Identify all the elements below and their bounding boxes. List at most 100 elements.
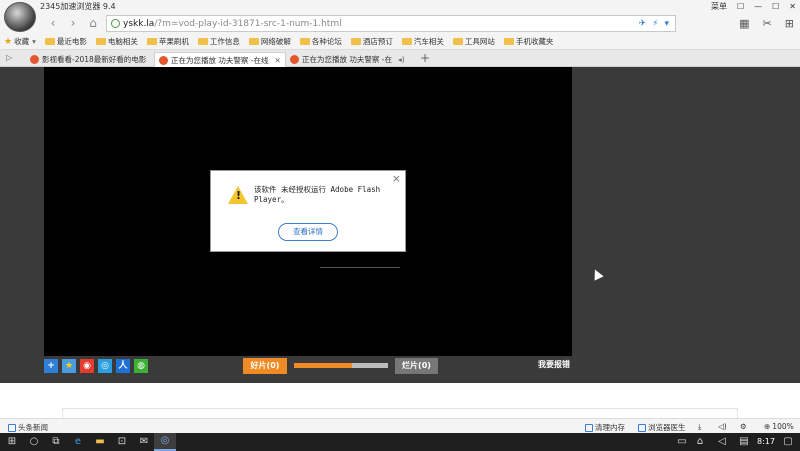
app-center-icon[interactable]: ▦ [739,17,749,30]
bookmark-item[interactable]: 酒店预订 [350,36,393,47]
page-content: × ! 该软件 未经授权运行 Adobe Flash Player。 查看详情 … [0,67,800,383]
window-controls: 菜单 ☐ — ☐ ✕ [711,0,796,12]
share-weibo-icon[interactable]: ◉ [80,359,94,373]
mail-icon[interactable]: ✉ [138,436,150,448]
tab-2-active[interactable]: 正在为您播放 功夫警察 -在线 ✕ [154,52,286,67]
restore-icon[interactable]: ☐ [737,2,744,11]
file-explorer-icon[interactable]: ▬ [94,436,106,448]
bookmark-item[interactable]: 网络破解 [248,36,291,47]
folder-icon [44,38,55,45]
folder-icon [503,38,514,45]
site-favicon-icon [30,55,39,64]
share-star-icon[interactable]: ★ [62,359,76,373]
news-icon [8,423,16,432]
bookmark-item[interactable]: 工具网站 [452,36,495,47]
page-body-area [0,383,800,418]
tab-bar: ▷ 影视看看-2018最新好看的电影 正在为您播放 功夫警察 -在线 ✕ 正在为… [0,50,800,67]
toolbar-right: ▦ ✂ ⊞ [739,17,794,30]
download-icon[interactable]: ⤓ [698,422,701,432]
ime-icon[interactable]: ▤ [738,436,750,448]
close-button[interactable]: ✕ [789,2,796,11]
loading-line [320,267,400,268]
bookmark-item[interactable]: 汽车相关 [401,36,444,47]
site-favicon-icon [159,55,168,65]
player-controls: + ★ ◉ ◎ 人 ◍ 好片(0) 烂片(0) 我要报错 [44,356,572,378]
site-favicon-icon [290,55,299,64]
sidebar-toggle-icon[interactable]: ▷ [6,53,12,62]
browser-doctor-button[interactable]: 浏览器医生 [638,422,686,433]
share-qzone-icon[interactable]: ◎ [98,359,112,373]
headline-news-link[interactable]: 头条新闻 [8,422,48,433]
share-wechat-icon[interactable]: ◍ [134,359,148,373]
speaker-icon[interactable]: ◁ [716,436,728,448]
bookmark-item[interactable]: 最近电影 [44,36,87,47]
forward-icon[interactable]: › [66,16,80,30]
star-icon: ★ [4,36,13,47]
apps-grid-icon[interactable]: ⊞ [785,17,794,30]
network-icon[interactable]: ⌂ [694,436,706,448]
speed-icon[interactable]: ✈ [639,19,647,29]
chevron-down-icon: ▾ [32,37,36,46]
search-icon[interactable]: ○ [28,436,40,448]
clean-memory-button[interactable]: 清理内存 [585,422,625,433]
zoom-control[interactable]: ⊕ 100% [764,422,794,431]
folder-icon [146,38,157,45]
bookmark-item[interactable]: 手机收藏夹 [503,36,553,47]
share-add-icon[interactable]: + [44,359,58,373]
menu-button[interactable]: 菜单 [711,1,727,12]
home-icon[interactable]: ⌂ [86,16,100,30]
favorites-button[interactable]: ★ 收藏 ▾ [4,36,36,47]
address-host: yskk.la [123,18,155,29]
new-tab-button[interactable]: + [420,51,430,65]
report-error-link[interactable]: 我要报错 [538,359,570,370]
edge-icon[interactable]: e [72,436,84,448]
address-bar[interactable]: yskk.la /?m=vod-play-id-31871-src-1-num-… [106,15,676,32]
bookmark-item[interactable]: 电脑相关 [95,36,138,47]
view-details-button[interactable]: 查看详情 [278,223,338,241]
bookmark-item[interactable]: 苹果刷机 [146,36,189,47]
back-icon[interactable]: ‹ [46,16,60,30]
volume-icon[interactable]: ◁) [718,422,727,431]
video-player[interactable]: × ! 该软件 未经授权运行 Adobe Flash Player。 查看详情 [44,67,572,356]
start-icon[interactable]: ⊞ [6,436,18,448]
share-renren-icon[interactable]: 人 [116,359,130,373]
address-path: /?m=vod-play-id-31871-src-1-num-1.html [154,18,342,29]
folder-icon [350,38,361,45]
maximize-button[interactable]: ☐ [772,2,779,11]
folder-icon [197,38,208,45]
dialog-close-icon[interactable]: × [392,172,401,185]
folder-icon [95,38,106,45]
title-bar: 2345加速浏览器 9.4 菜单 ☐ — ☐ ✕ [0,0,800,12]
browser-taskbar-icon[interactable]: ◎ [154,433,176,451]
bookmarks-bar: ★ 收藏 ▾ 最近电影 电脑相关 苹果刷机 工作信息 网络破解 各种论坛 酒店预订 … [0,34,800,50]
good-vote-button[interactable]: 好片(0) [243,358,287,374]
store-icon[interactable]: ⊡ [116,436,128,448]
flash-warning-dialog: × ! 该软件 未经授权运行 Adobe Flash Player。 查看详情 [210,170,406,252]
zoom-icon: ⊕ [764,422,771,431]
accelerate-icon[interactable]: ⚡ [652,19,658,29]
audio-icon[interactable]: ◂) [398,55,405,64]
folder-icon [401,38,412,45]
vote-ratio-bar [294,363,388,368]
folder-icon [452,38,463,45]
taskbar-clock[interactable]: 8:17 [757,437,775,446]
minimize-button[interactable]: — [754,2,762,11]
notification-icon[interactable]: ▢ [782,436,794,448]
security-icon [111,19,120,28]
folder-icon [248,38,259,45]
battery-icon[interactable]: ▭ [676,436,688,448]
address-tools: ✈ ⚡ ▾ [639,19,669,29]
task-view-icon[interactable]: ⧉ [50,436,62,448]
bookmark-item[interactable]: 各种论坛 [299,36,342,47]
dropdown-icon[interactable]: ▾ [664,19,669,29]
tab-1[interactable]: 影视看看-2018最新好看的电影 [26,52,154,67]
tab-3[interactable]: 正在为您播放 功夫警察 -在 ◂) [286,52,412,67]
bad-vote-button[interactable]: 烂片(0) [395,358,438,374]
tools-icon[interactable]: ✂ [763,17,772,30]
bookmark-item[interactable]: 工作信息 [197,36,240,47]
settings-icon[interactable]: ⚙ [740,422,747,431]
warning-mark: ! [236,189,242,202]
close-tab-icon[interactable]: ✕ [274,56,280,65]
vote-ratio-fill [294,363,353,368]
user-avatar[interactable] [4,2,36,32]
